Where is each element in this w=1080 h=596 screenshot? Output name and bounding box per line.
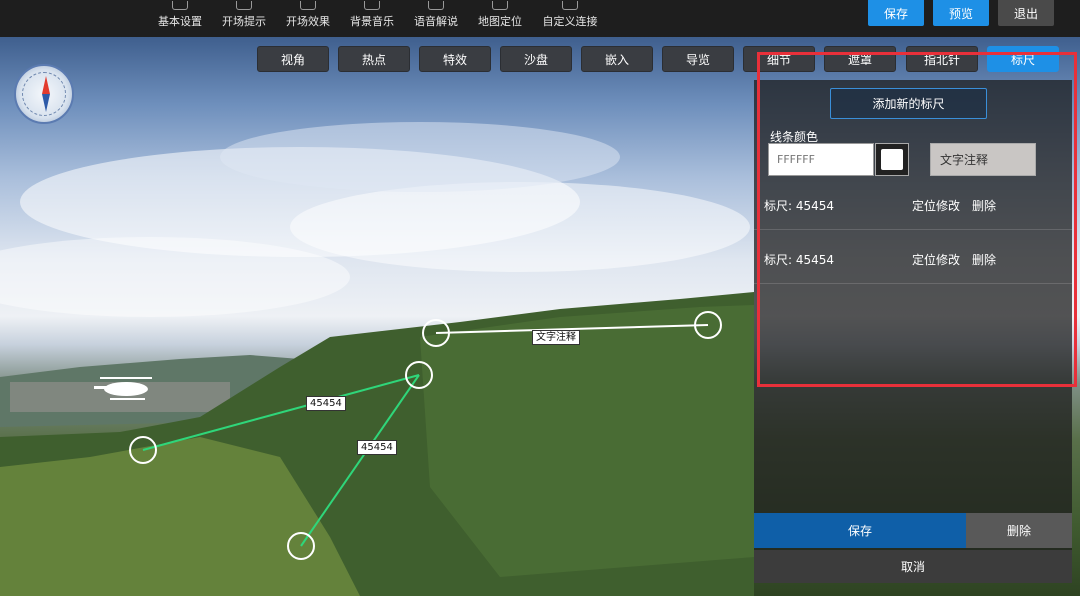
toolbar-background-music[interactable]: 背景音乐 xyxy=(349,0,395,37)
toolbar-item-label: 基本设置 xyxy=(158,15,202,28)
voice-icon xyxy=(428,1,444,10)
ruler-row: 标尺: 45454 定位修改 删除 xyxy=(754,230,1072,284)
tip-icon xyxy=(236,1,252,10)
panel-save-button[interactable]: 保存 xyxy=(754,513,966,548)
tab-tour[interactable]: 导览 xyxy=(662,46,734,72)
music-icon xyxy=(364,1,380,10)
panel-delete-button[interactable]: 删除 xyxy=(966,513,1072,548)
toolbar-voice-narration[interactable]: 语音解说 xyxy=(413,0,459,37)
ruler-row-label: 标尺: 45454 xyxy=(764,199,835,213)
toolbar-opening-tip[interactable]: 开场提示 xyxy=(221,0,267,37)
color-picker-swatch[interactable] xyxy=(875,143,909,176)
line-color-input[interactable] xyxy=(768,143,874,176)
add-ruler-button[interactable]: 添加新的标尺 xyxy=(830,88,987,119)
toolbar-basic-settings[interactable]: 基本设置 xyxy=(158,0,202,37)
tab-sandbox[interactable]: 沙盘 xyxy=(500,46,572,72)
tab-mask[interactable]: 遮罩 xyxy=(824,46,896,72)
forest-canopy xyxy=(420,305,754,577)
tab-hotspot[interactable]: 热点 xyxy=(338,46,410,72)
gear-icon xyxy=(172,1,188,10)
delete-link[interactable]: 删除 xyxy=(972,197,996,214)
toolbar-item-label: 自定义连接 xyxy=(542,15,598,28)
exit-button[interactable]: 退出 xyxy=(998,0,1054,26)
compass-icon[interactable] xyxy=(14,64,74,124)
toolbar-custom-link[interactable]: 自定义连接 xyxy=(541,0,599,37)
toolbar-item-label: 语音解说 xyxy=(414,15,458,28)
toolbar-item-label: 地图定位 xyxy=(478,15,522,28)
image-icon xyxy=(300,1,316,10)
toolbar-opening-effect[interactable]: 开场效果 xyxy=(285,0,331,37)
tab-view-angle[interactable]: 视角 xyxy=(257,46,329,72)
panel-cancel-button[interactable]: 取消 xyxy=(754,550,1072,583)
toolbar-item-label: 开场效果 xyxy=(286,15,330,28)
locate-edit-link[interactable]: 定位修改 xyxy=(912,251,960,268)
top-toolbar: 基本设置 开场提示 开场效果 背景音乐 语音解说 地图定位 自定义连接 保存 预… xyxy=(0,0,1080,37)
save-button[interactable]: 保存 xyxy=(868,0,924,26)
compass-needle-south xyxy=(42,94,50,112)
text-note-button[interactable]: 文字注释 xyxy=(930,143,1036,176)
globe-icon xyxy=(562,1,578,10)
toolbar-item-label: 背景音乐 xyxy=(350,15,394,28)
toolbar-map-location[interactable]: 地图定位 xyxy=(477,0,523,37)
ruler-2-value-label: 45454 xyxy=(357,440,397,455)
tab-embed[interactable]: 嵌入 xyxy=(581,46,653,72)
map-icon xyxy=(492,1,508,10)
color-swatch-fill xyxy=(881,149,903,170)
delete-link[interactable]: 删除 xyxy=(972,251,996,268)
tab-effects[interactable]: 特效 xyxy=(419,46,491,72)
preview-button[interactable]: 预览 xyxy=(933,0,989,26)
tab-detail[interactable]: 细节 xyxy=(743,46,815,72)
ruler-row-label: 标尺: 45454 xyxy=(764,253,835,267)
ruler-row: 标尺: 45454 定位修改 删除 xyxy=(754,176,1072,230)
toolbar-item-label: 开场提示 xyxy=(222,15,266,28)
cloud xyxy=(220,122,620,192)
locate-edit-link[interactable]: 定位修改 xyxy=(912,197,960,214)
tab-ruler[interactable]: 标尺 xyxy=(987,46,1059,72)
tab-compass[interactable]: 指北针 xyxy=(906,46,978,72)
text-note-label: 文字注释 xyxy=(532,330,580,345)
compass-needle-north xyxy=(42,76,50,94)
ruler-1-value-label: 45454 xyxy=(306,396,346,411)
cloud xyxy=(290,182,750,272)
